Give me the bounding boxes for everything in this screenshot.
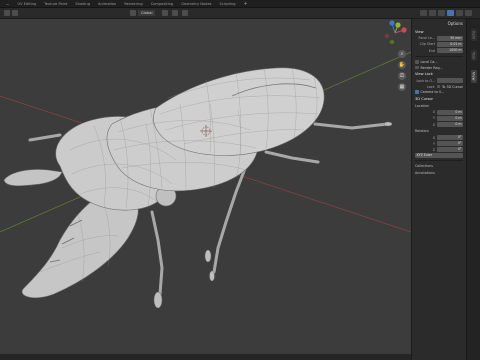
overlay-toggle-button[interactable] bbox=[420, 10, 427, 16]
transform-orientation-icon[interactable] bbox=[130, 10, 136, 16]
status-bar bbox=[0, 354, 411, 360]
cursor-loc-z-row: Z 0 m bbox=[415, 122, 463, 128]
camera-to-view-label: Camera to V... bbox=[420, 90, 444, 95]
proportional-edit-icon[interactable] bbox=[182, 10, 188, 16]
sidebar-tab-item[interactable]: Item bbox=[470, 29, 477, 42]
focal-length-label: Focal Le... bbox=[418, 36, 435, 41]
clip-start-label: Clip Start bbox=[419, 42, 435, 47]
checkbox-box bbox=[415, 65, 419, 70]
shading-material-button[interactable] bbox=[456, 10, 463, 16]
3d-cursor-section-header[interactable]: 3D Cursor bbox=[415, 97, 463, 102]
lock-label: Lock bbox=[427, 84, 435, 89]
viewport-nav-buttons: ⌕ ✋ ⎚ ▦ bbox=[398, 50, 406, 91]
axis-y-label: Y bbox=[432, 116, 435, 121]
checkbox-box bbox=[415, 60, 419, 64]
shading-wireframe-button[interactable] bbox=[438, 10, 445, 16]
location-label: Location bbox=[415, 103, 429, 108]
options-button[interactable]: Options bbox=[415, 21, 463, 28]
mode-select-icon[interactable] bbox=[12, 10, 18, 16]
local-camera-label: Local Ca... bbox=[420, 60, 438, 65]
checkbox-box bbox=[415, 90, 419, 94]
cursor-rot-y-row: Y 0° bbox=[415, 141, 463, 147]
sidebar-tab-view[interactable]: View bbox=[470, 70, 477, 83]
shading-solid-button[interactable] bbox=[447, 10, 454, 16]
clip-end-field[interactable]: 1000 m bbox=[437, 48, 463, 53]
tab-geometry-nodes[interactable]: Geometry Nodes bbox=[181, 2, 211, 6]
view-section-header[interactable]: View bbox=[415, 30, 463, 35]
tab-uv-editing[interactable]: UV Editing bbox=[17, 2, 36, 6]
tab-texture-paint[interactable]: Texture Paint bbox=[44, 2, 67, 6]
grid-view-icon[interactable]: ▦ bbox=[398, 83, 406, 91]
collections-section-header[interactable]: Collections bbox=[415, 164, 463, 169]
cursor-rot-z-field[interactable]: 0° bbox=[437, 147, 463, 153]
divider bbox=[415, 160, 463, 162]
cursor-rot-x-row: X 0° bbox=[415, 135, 463, 141]
lock-to-object-field[interactable] bbox=[437, 78, 463, 83]
tab-scripting[interactable]: Scripting bbox=[220, 2, 236, 6]
axis-z-label: Z bbox=[432, 147, 435, 152]
tab-compositing[interactable]: Compositing bbox=[151, 2, 174, 6]
checkbox-box bbox=[436, 84, 440, 89]
navigation-gizmo[interactable] bbox=[382, 20, 408, 46]
tab-animation[interactable]: Animation bbox=[98, 2, 116, 6]
rotation-label: Rotation bbox=[415, 129, 429, 134]
focal-length-row: Focal Le... 50 mm bbox=[415, 36, 463, 42]
xray-toggle-button[interactable] bbox=[429, 10, 436, 16]
zoom-icon[interactable]: ⌕ bbox=[398, 50, 406, 58]
axis-y-label: Y bbox=[432, 141, 435, 146]
cursor-loc-x-field[interactable]: 0 m bbox=[437, 110, 463, 115]
workspace-tabbar: ... UV Editing Texture Paint Shading Ani… bbox=[0, 0, 480, 8]
axis-x-label: X bbox=[432, 110, 435, 115]
cursor-rot-z-row: Z 0° bbox=[415, 147, 463, 153]
clip-end-row: End 1000 m bbox=[415, 48, 463, 54]
cursor-rot-x-field[interactable]: 0° bbox=[437, 135, 463, 140]
beetle-elytra bbox=[153, 67, 325, 156]
viewport-header: Global bbox=[0, 8, 480, 19]
add-workspace-button[interactable]: + bbox=[244, 1, 248, 7]
cursor-loc-x-row: X 0 m bbox=[415, 110, 463, 116]
hand-pan-icon[interactable]: ✋ bbox=[398, 61, 406, 69]
snap-icon[interactable] bbox=[172, 10, 178, 16]
axis-z-label: Z bbox=[432, 122, 435, 127]
cursor-loc-z-field[interactable]: 0 m bbox=[437, 122, 463, 127]
view-lock-section-header[interactable]: View Lock bbox=[415, 72, 463, 77]
rotation-mode-dropdown[interactable]: XYZ Euler bbox=[415, 153, 463, 158]
axis-x-label: X bbox=[432, 135, 435, 140]
clip-start-row: Clip Start 0.01 m bbox=[415, 42, 463, 48]
shading-rendered-button[interactable] bbox=[465, 10, 472, 16]
divider bbox=[415, 55, 463, 57]
focal-length-field[interactable]: 50 mm bbox=[437, 36, 463, 41]
tab-shading[interactable]: Shading bbox=[75, 2, 90, 6]
render-region-checkbox[interactable]: Render Reg... bbox=[415, 65, 463, 71]
pivot-icon[interactable] bbox=[162, 10, 168, 16]
cursor-loc-y-row: Y 0 m bbox=[415, 116, 463, 122]
cursor-loc-y-field[interactable]: 0 m bbox=[437, 116, 463, 121]
shading-mode-group bbox=[420, 10, 472, 16]
clip-end-label: End bbox=[428, 48, 435, 53]
orientation-dropdown[interactable]: Global bbox=[138, 10, 156, 16]
lock-to-object-label: Lock to O... bbox=[416, 78, 435, 83]
sidebar-vertical-tabs: Item Tool View bbox=[466, 19, 480, 360]
editor-type-icon[interactable] bbox=[4, 10, 10, 16]
camera-view-icon[interactable]: ⎚ bbox=[398, 72, 406, 80]
lock-to-cursor-label: To 3D Cursor bbox=[441, 84, 463, 89]
lock-to-object-row: Lock to O... bbox=[415, 78, 463, 84]
camera-to-view-checkbox[interactable]: Camera to V... bbox=[415, 89, 463, 95]
sidebar-panel: Options View Focal Le... 50 mm Clip Star… bbox=[411, 19, 466, 360]
tab-rendering[interactable]: Rendering bbox=[124, 2, 142, 6]
render-region-label: Render Reg... bbox=[420, 65, 443, 70]
right-mandible bbox=[3, 169, 63, 187]
sidebar-tab-tool[interactable]: Tool bbox=[470, 50, 477, 62]
annotations-section-header[interactable]: Annotations bbox=[415, 171, 463, 176]
tab-layout[interactable]: ... bbox=[6, 2, 9, 6]
cursor-rot-y-field[interactable]: 0° bbox=[437, 141, 463, 146]
clip-start-field[interactable]: 0.01 m bbox=[437, 42, 463, 47]
viewport-canvas bbox=[0, 51, 411, 309]
3d-viewport[interactable] bbox=[0, 19, 411, 360]
